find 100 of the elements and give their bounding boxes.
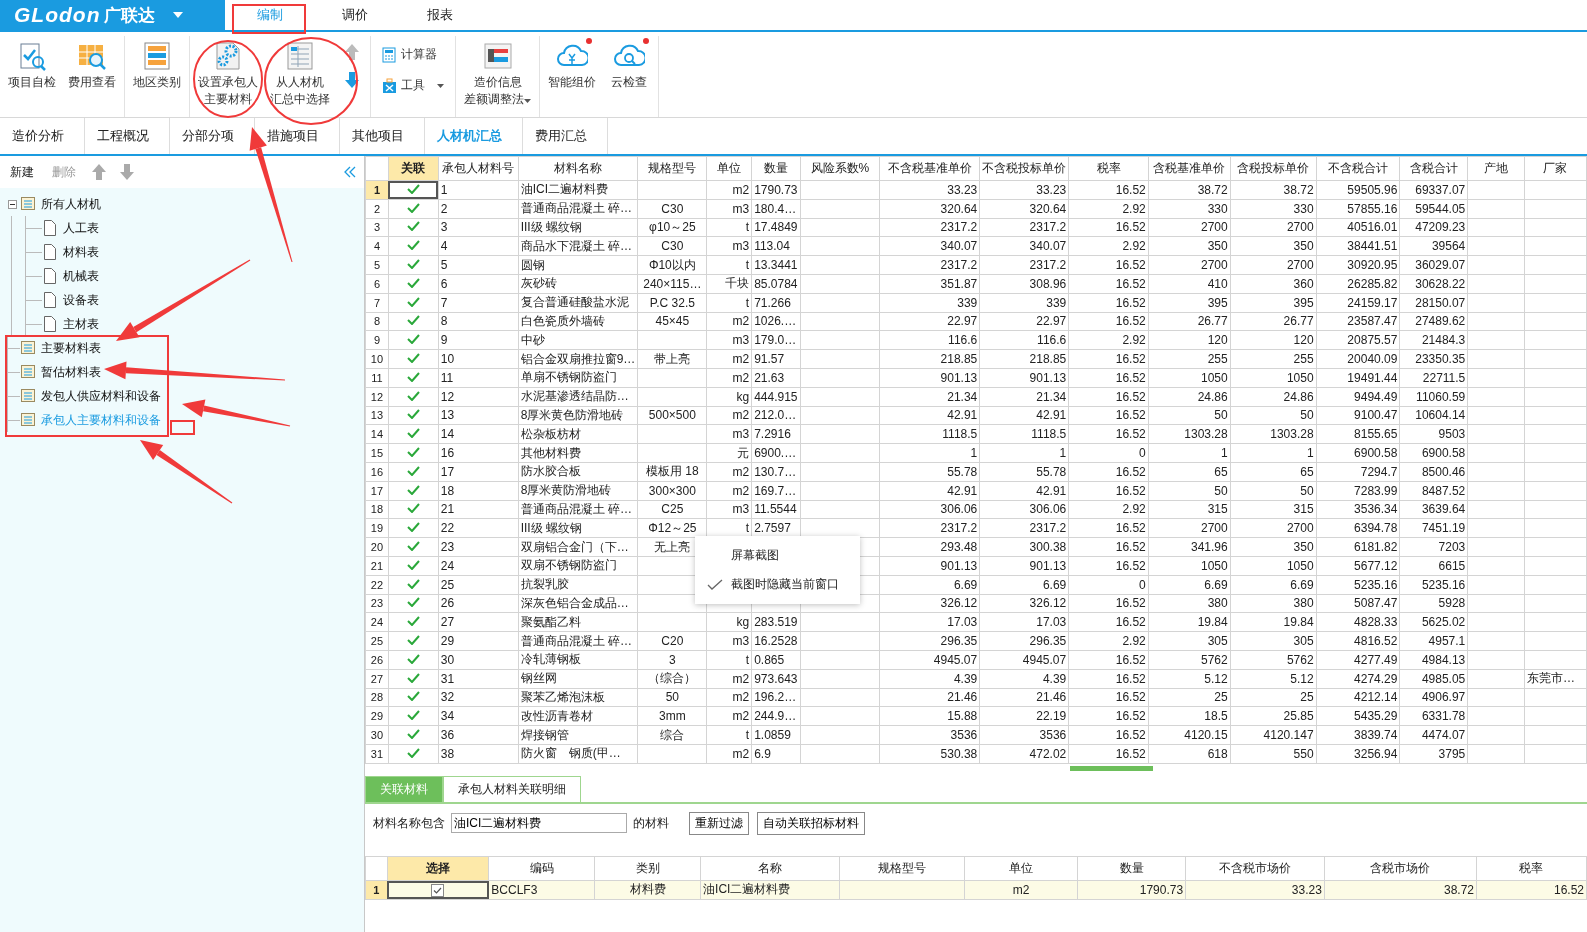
column-header[interactable]: 承包人材料号 [438,156,519,181]
check-icon[interactable] [406,240,420,251]
toolbar-button[interactable]: 项目自检 [5,36,59,93]
column-header[interactable]: 材料名称 [518,156,638,181]
toolbar-button[interactable]: 费用查看 [65,36,119,93]
tree-item[interactable]: 人工表 [62,219,100,237]
tree-item[interactable]: 材料表 [62,243,100,261]
check-icon[interactable] [406,541,420,552]
table-cell: 5087.47 [1316,594,1400,613]
column-header[interactable]: 含税基准单价 [1148,156,1231,181]
toolbar-button[interactable]: 造价信息 差额调整法 [461,36,534,110]
toolbar-button[interactable]: 地区类别 [130,36,184,93]
tree-item[interactable]: 主材表 [62,315,100,333]
toolbar-button[interactable]: 工具 [380,75,446,96]
column-header[interactable]: 风险系数% [800,156,880,181]
tree-item[interactable]: 机械表 [62,267,100,285]
collapse-toggle-icon[interactable] [7,199,17,209]
check-icon[interactable] [406,484,420,495]
check-icon[interactable] [406,259,420,270]
column-header[interactable]: 税率 [1476,856,1587,881]
check-icon[interactable] [406,729,420,739]
tree-item[interactable]: 发包人供应材料和设备 [40,387,162,405]
column-header[interactable]: 含税投标单价 [1230,156,1317,181]
table-cell: 16.52 [1068,612,1149,632]
menu-item[interactable]: 屏幕截图 [695,541,860,570]
input-field[interactable]: 油ICI二遍材料费 [451,813,627,833]
checkbox[interactable] [431,884,445,898]
column-header[interactable]: 含税合计 [1399,156,1468,181]
column-header[interactable]: 单位 [706,156,752,181]
check-icon[interactable] [406,183,420,194]
splitter-handle[interactable] [1070,766,1153,771]
column-header[interactable]: 不含税市场价 [1185,856,1325,881]
check-icon[interactable] [406,465,420,476]
column-header[interactable]: 规格型号 [839,856,965,881]
check-icon[interactable] [406,334,420,345]
table-cell: 901.13 [979,368,1069,388]
column-header[interactable]: 不含税合计 [1316,156,1400,181]
check-icon[interactable] [406,616,420,627]
check-icon[interactable] [406,202,420,213]
column-header[interactable]: 含税市场价 [1324,856,1477,881]
check-icon[interactable] [406,503,420,514]
check-icon[interactable] [406,653,420,664]
toolbar-button[interactable]: 计算器 [380,44,446,65]
filter-button[interactable]: 重新过滤 [689,811,749,835]
check-icon[interactable] [406,409,420,420]
column-header[interactable]: 不含税基准单价 [879,156,980,181]
check-icon[interactable] [406,296,420,307]
check-icon[interactable] [406,635,420,645]
check-icon[interactable] [406,578,420,589]
column-header[interactable]: 数量 [751,156,801,181]
collapse-icon[interactable] [344,166,356,178]
toolbar-button[interactable]: 云检查 [605,36,653,93]
check-icon[interactable] [406,221,420,232]
check-icon[interactable] [406,522,420,533]
column-header[interactable]: 选择 [387,856,489,881]
column-header[interactable]: 编码 [488,856,595,881]
table-cell: 5235.16 [1399,575,1468,595]
toolbar-button[interactable]: 智能组价 [545,36,599,93]
tree-item[interactable]: 所有人材机 [40,195,102,213]
table-cell: 55.78 [979,462,1069,482]
column-header[interactable]: 类别 [594,856,701,881]
filter-button[interactable]: 自动关联招标材料 [757,811,865,835]
table-cell: 焊接钢管 [518,725,638,745]
tree-item[interactable]: 暂估材料表 [40,363,102,381]
column-header[interactable]: 数量 [1077,856,1186,881]
check-icon[interactable] [406,277,420,288]
table-icon [20,388,36,404]
tree-item[interactable]: 主要材料表 [40,339,102,357]
tab[interactable]: 承包人材料关联明细 [443,776,581,802]
check-icon[interactable] [406,710,420,721]
toolbar-button[interactable]: 设置承包人 主要材料 [195,36,261,110]
check-icon[interactable] [406,672,420,683]
column-header[interactable]: 产地 [1467,156,1525,181]
toolbar-button[interactable]: 新建 [8,161,36,183]
table-cell: 341.96 [1148,537,1231,557]
check-icon[interactable] [406,428,420,439]
caret-icon[interactable] [173,12,184,18]
column-header[interactable]: 单位 [964,856,1078,881]
check-icon[interactable] [406,315,420,326]
table-cell: 16.52 [1068,462,1149,482]
check-icon[interactable] [406,390,420,401]
down-arrow-icon[interactable] [345,72,359,88]
column-header[interactable]: 关联 [388,156,439,181]
column-header[interactable]: 厂家 [1524,156,1587,181]
table-cell: 69337.07 [1399,180,1468,200]
check-icon[interactable] [406,371,420,382]
table-cell: 16.52 [1068,312,1149,331]
check-icon[interactable] [406,353,420,364]
column-header[interactable]: 不含税投标单价 [979,156,1069,181]
table-cell: 16.52 [1068,255,1149,275]
column-header[interactable]: 名称 [700,856,840,881]
column-header[interactable]: 规格型号 [637,156,707,181]
tree-item[interactable]: 设备表 [62,291,100,309]
menu-item[interactable]: 截图时隐藏当前窗口 [695,570,860,599]
column-header[interactable]: 税率 [1068,156,1149,181]
check-icon[interactable] [406,447,420,458]
check-icon[interactable] [406,597,420,608]
check-icon[interactable] [406,559,420,570]
check-icon[interactable] [406,747,420,758]
check-icon[interactable] [406,691,420,702]
